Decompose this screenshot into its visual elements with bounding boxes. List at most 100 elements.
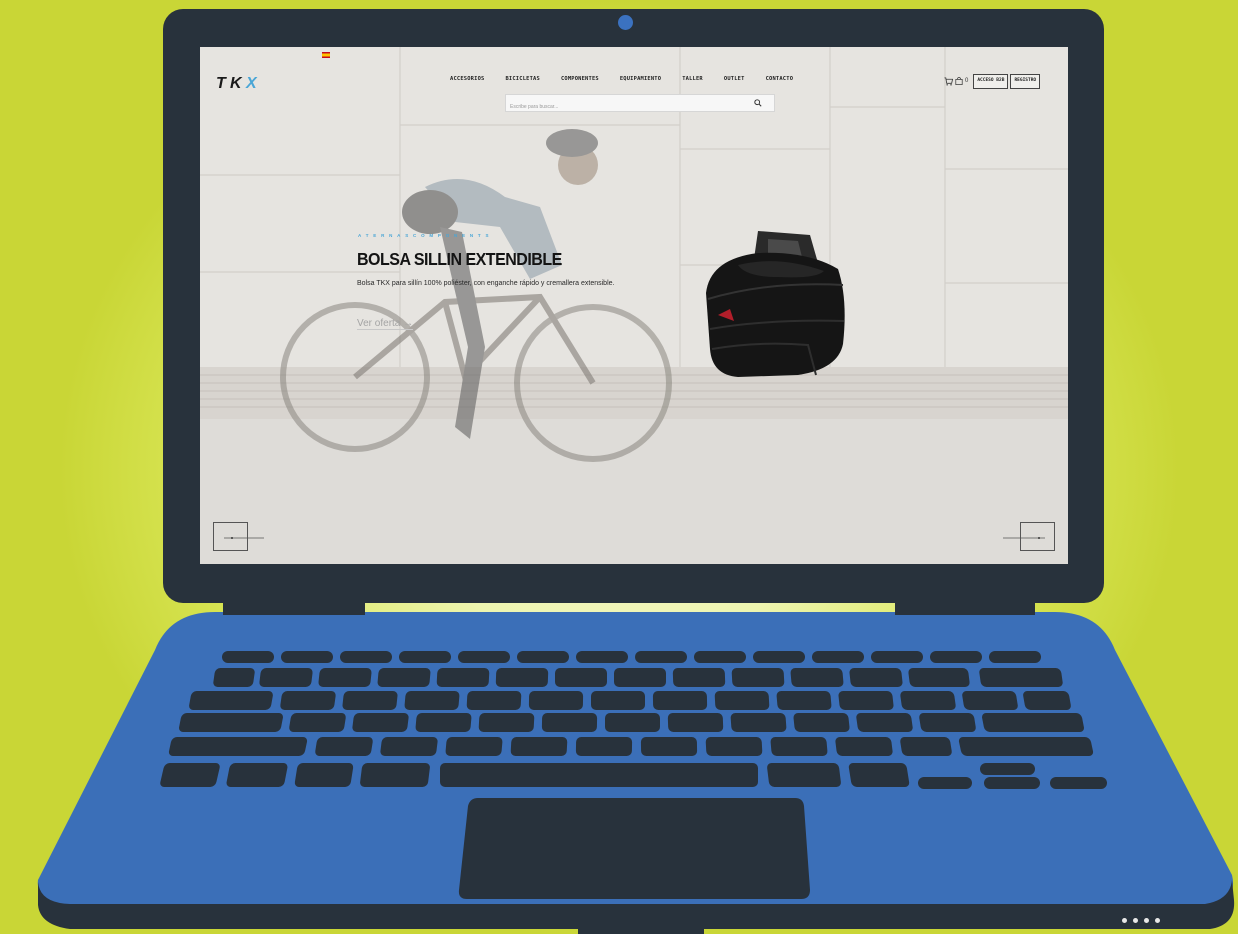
keyboard-key [838, 691, 894, 710]
keyboard-key [314, 737, 374, 756]
keyboard-key [212, 668, 256, 687]
laptop-illustration: T K X ACCESORIOS BICICLETAS COMPONENTES … [0, 0, 1238, 934]
keyboard-key [225, 763, 289, 787]
indicator-dot [1133, 918, 1138, 923]
nav-item-contacto[interactable]: CONTACTO [766, 76, 794, 82]
keyboard-key [614, 668, 666, 687]
keyboard-key [978, 668, 1064, 687]
svg-text:T: T [216, 75, 227, 92]
nav-item-componentes[interactable]: COMPONENTES [561, 76, 599, 82]
bag-icon[interactable] [955, 77, 963, 86]
keyboard-key [294, 763, 354, 787]
keyboard-key [510, 737, 568, 756]
indicator-dot [1122, 918, 1127, 923]
hinge [895, 601, 1035, 615]
saddle-bag-product-image[interactable] [698, 229, 848, 385]
keyboard-key [694, 651, 746, 663]
keyboard-key [178, 713, 284, 732]
indicator-dot [1155, 918, 1160, 923]
keyboard-key [667, 713, 724, 732]
register-button[interactable]: REGISTRO [1010, 74, 1041, 89]
arrow-left-icon [224, 537, 264, 539]
keyboard-key [855, 713, 914, 732]
nav-item-outlet[interactable]: OUTLET [724, 76, 745, 82]
arrow-down-key [984, 777, 1040, 789]
svg-text:K: K [230, 75, 243, 92]
keyboard-key [281, 651, 333, 663]
cart-icon[interactable] [944, 77, 953, 86]
slider-next-button[interactable] [1003, 522, 1055, 551]
hero-eyebrow: ATERNASCOMPONENTS [358, 233, 494, 238]
keyboard-key [705, 737, 763, 756]
keyboard-key [188, 691, 274, 710]
keyboard-key [445, 737, 503, 756]
keyboard-key [340, 651, 392, 663]
keyboard-key [766, 763, 842, 787]
hero-cta-link[interactable]: Ver oferta → [357, 318, 414, 330]
hero-cta-label: Ver oferta [357, 318, 401, 329]
keyboard-key [776, 691, 832, 710]
keyboard-key [957, 737, 1095, 756]
language-flag-icon[interactable] [322, 52, 330, 58]
keyboard-key [258, 668, 314, 687]
tkx-logo[interactable]: T K X [214, 72, 280, 94]
keyboard-key [436, 668, 490, 687]
keyboard-key [961, 691, 1019, 710]
keyboard-key [605, 713, 660, 732]
keyboard-key [288, 713, 347, 732]
keyboard-key [834, 737, 894, 756]
keyboard-key [1022, 691, 1072, 710]
keyboard-key [899, 737, 953, 756]
nav-item-bicicletas[interactable]: BICICLETAS [505, 76, 539, 82]
keyboard-key [753, 651, 805, 663]
keyboard-key [812, 651, 864, 663]
keyboard-key [342, 691, 398, 710]
spacebar-key [440, 763, 758, 787]
keyboard-key [871, 651, 923, 663]
website-screen: T K X ACCESORIOS BICICLETAS COMPONENTES … [200, 47, 1068, 564]
indicator-lights [1122, 918, 1160, 923]
hero-title: BOLSA SILLIN EXTENDIBLE [357, 251, 562, 270]
search-icon[interactable] [754, 99, 762, 107]
arrow-right-key [1050, 777, 1107, 789]
keyboard-key [541, 713, 598, 732]
hinge [223, 601, 365, 615]
keyboard-key [918, 713, 977, 732]
arrow-right-icon [1003, 537, 1045, 539]
keyboard-key [981, 713, 1085, 732]
svg-text:X: X [245, 75, 258, 92]
keyboard-key [379, 737, 439, 756]
slider-prev-button[interactable] [213, 522, 264, 551]
keyboard-key [279, 691, 337, 710]
keyboard-key [640, 737, 698, 756]
keyboard-key [466, 691, 522, 710]
arrow-up-key [980, 763, 1035, 775]
keyboard-key [793, 713, 850, 732]
nav-item-taller[interactable]: TALLER [682, 76, 703, 82]
hero-background-image [200, 47, 1068, 564]
keyboard-key [899, 691, 957, 710]
main-nav: ACCESORIOS BICICLETAS COMPONENTES EQUIPA… [450, 76, 814, 82]
keyboard-key [930, 651, 982, 663]
keyboard-key [731, 668, 785, 687]
keyboard-key [989, 651, 1041, 663]
keyboard-key [159, 763, 221, 787]
keyboard-key [528, 691, 584, 710]
keyboard-key [790, 668, 844, 687]
arrow-right-icon: → [403, 318, 414, 329]
keyboard-key [495, 668, 549, 687]
keyboard-key [167, 737, 309, 756]
keyboard-key [555, 668, 607, 687]
nav-item-equipamiento[interactable]: EQUIPAMIENTO [620, 76, 661, 82]
search-input[interactable] [506, 99, 754, 115]
keyboard-key [635, 651, 687, 663]
keyboard-key [848, 763, 910, 787]
keyboard-key [517, 651, 569, 663]
b2b-access-button[interactable]: ACCESO B2B [973, 74, 1009, 89]
keyboard-key [359, 763, 431, 787]
keyboard-key [351, 713, 410, 732]
header-actions: 0 ACCESO B2B REGISTRO [944, 74, 1041, 89]
nav-item-accesorios[interactable]: ACCESORIOS [450, 76, 484, 82]
keyboard-key [575, 737, 633, 756]
keyboard-key [318, 668, 372, 687]
